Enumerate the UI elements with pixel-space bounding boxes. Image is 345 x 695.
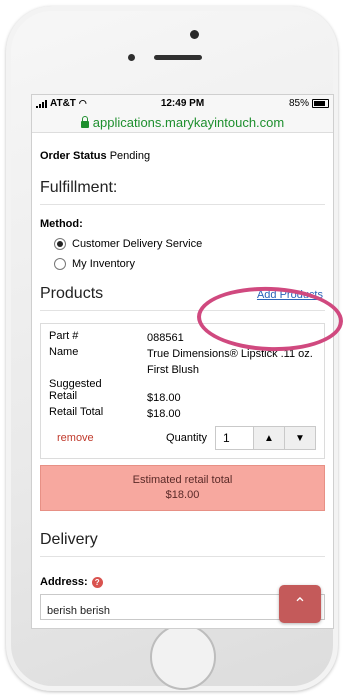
name-label: Name [49,346,79,358]
phone-screen: AT&T ◠ 12:49 PM 85% applications.marykay… [31,94,334,629]
chevron-up-icon[interactable]: ▲ [253,427,284,449]
radio-button-checked[interactable] [54,238,66,250]
home-button[interactable] [150,624,216,690]
address-label: Address: [40,576,88,588]
fulfillment-title: Fulfillment: [40,179,118,196]
remove-link[interactable]: remove [57,432,94,444]
delivery-section: Delivery [40,531,325,557]
retail-value: $18.00 [147,392,181,404]
speaker-grille [154,55,202,60]
method-label: Method: [40,218,83,230]
retail-row: Retail $18.00 [49,390,316,406]
chevron-up-icon: ⌃ [293,596,307,613]
estimated-total-value: $18.00 [165,489,200,501]
divider [40,556,325,557]
order-status-label: Order Status [40,150,107,162]
radio-label: Customer Delivery Service [72,238,203,250]
products-title: Products [40,285,104,302]
name-value: True Dimensions® Lipstick .11 oz. First … [147,348,313,376]
retail-label: Retail [49,390,78,402]
suggested-label: Suggested [49,378,102,390]
battery-percent: 85% [288,98,309,109]
radio-label: My Inventory [72,258,135,270]
estimated-total-label: Estimated retail total [132,474,233,486]
order-status: Order Status Pending [40,150,325,162]
divider [40,204,325,205]
url-bar[interactable]: applications.marykayintouch.com [32,112,333,133]
chevron-down-icon[interactable]: ▼ [284,427,315,449]
retail-total-label: Retail Total [49,406,104,418]
fulfillment-section: Fulfillment: Method: Customer Delivery S… [40,179,325,270]
battery-icon [312,99,329,108]
lock-icon [80,115,89,128]
status-bar: AT&T ◠ 12:49 PM 85% [32,95,333,112]
clock: 12:49 PM [160,98,205,109]
front-camera-icon [128,54,135,61]
scroll-to-top-button[interactable]: ⌃ [279,585,321,623]
retail-total-row: Retail Total $18.00 [49,406,316,422]
quantity-input[interactable]: 1 [216,427,253,449]
radio-button[interactable] [54,258,66,270]
camera-icon [190,30,199,39]
estimated-total-box: Estimated retail total $18.00 [40,465,325,511]
radio-customer-delivery[interactable]: Customer Delivery Service [54,238,325,250]
url-text: applications.marykayintouch.com [92,114,285,130]
quantity-row: remove Quantity 1 ▲ ▼ [49,426,316,450]
page-content: Order Status Pending Fulfillment: Method… [32,150,333,620]
suggested-row: Suggested [49,378,316,390]
quantity-label: Quantity [166,432,207,444]
help-icon[interactable]: ? [91,576,103,588]
retail-total-value: $18.00 [147,408,181,420]
radio-my-inventory[interactable]: My Inventory [54,258,325,270]
quantity-stepper: 1 ▲ ▼ [215,426,316,450]
delivery-title: Delivery [40,531,98,548]
battery-status: 85% [289,98,329,109]
order-status-value: Pending [109,150,151,162]
part-label: Part # [49,330,79,342]
